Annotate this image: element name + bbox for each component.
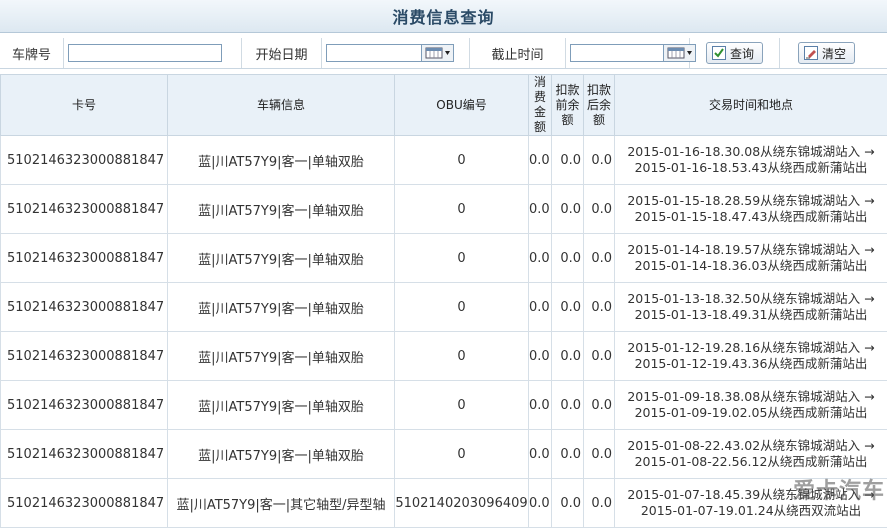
start-date-input[interactable] (326, 44, 422, 62)
cell-obu: 0 (395, 185, 529, 234)
watermark: 爱卡汽车 (793, 473, 885, 505)
plate-input[interactable] (68, 44, 222, 62)
table-row: 5102146323000881847蓝|川AT57Y9|客一|单轴双胎00.0… (1, 234, 887, 283)
table-row: 5102146323000881847蓝|川AT57Y9|客一|单轴双胎00.0… (1, 332, 887, 381)
cell-amount: 0.0 (529, 283, 552, 332)
cell-card: 5102146323000881847 (1, 185, 168, 234)
cell-obu: 0 (395, 234, 529, 283)
table-row: 5102146323000881847蓝|川AT57Y9|客一|单轴双胎00.0… (1, 381, 887, 430)
cell-after: 0.0 (584, 381, 615, 430)
query-button-label: 查询 (730, 45, 754, 62)
cell-card: 5102146323000881847 (1, 283, 168, 332)
cell-after: 0.0 (584, 136, 615, 185)
col-header-after: 扣款后余额 (584, 75, 615, 136)
start-date-picker (326, 44, 454, 62)
cell-after: 0.0 (584, 332, 615, 381)
cell-before: 0.0 (552, 332, 584, 381)
cell-obu: 0 (395, 332, 529, 381)
cell-after: 0.0 (584, 430, 615, 479)
query-cell: 查询 (690, 38, 780, 68)
table-row: 5102146323000881847蓝|川AT57Y9|客一|单轴双胎00.0… (1, 136, 887, 185)
end-date-cell (566, 38, 690, 68)
check-icon (711, 45, 727, 61)
col-header-card: 卡号 (1, 75, 168, 136)
plate-field-cell (64, 38, 242, 68)
query-button[interactable]: 查询 (706, 42, 763, 64)
cell-vehicle: 蓝|川AT57Y9|客一|单轴双胎 (168, 234, 395, 283)
col-header-before: 扣款前余额 (552, 75, 584, 136)
cell-vehicle: 蓝|川AT57Y9|客一|其它轴型/异型轴 (168, 479, 395, 528)
cell-trans: 2015-01-12-19.28.16从绕东锦城湖站入 → 2015-01-12… (615, 332, 887, 381)
cell-trans: 2015-01-09-18.38.08从绕东锦城湖站入 → 2015-01-09… (615, 381, 887, 430)
cell-before: 0.0 (552, 283, 584, 332)
cell-before: 0.0 (552, 479, 584, 528)
table-header-row: 卡号 车辆信息 OBU编号 消费金额 扣款前余额 扣款后余额 交易时间和地点 (1, 75, 887, 136)
page-title: 消费信息查询 (392, 4, 494, 28)
cell-trans: 2015-01-13-18.32.50从绕东锦城湖站入 → 2015-01-13… (615, 283, 887, 332)
cell-obu: 0 (395, 136, 529, 185)
cell-amount: 0.0 (529, 479, 552, 528)
cell-vehicle: 蓝|川AT57Y9|客一|单轴双胎 (168, 381, 395, 430)
start-date-cell (322, 38, 470, 68)
cell-amount: 0.0 (529, 332, 552, 381)
cell-after: 0.0 (584, 234, 615, 283)
cell-after: 0.0 (584, 185, 615, 234)
table-body: 5102146323000881847蓝|川AT57Y9|客一|单轴双胎00.0… (1, 136, 887, 528)
clear-button[interactable]: 清空 (798, 42, 855, 64)
table-row: 5102146323000881847蓝|川AT57Y9|客一|单轴双胎00.0… (1, 185, 887, 234)
cell-amount: 0.0 (529, 430, 552, 479)
cell-vehicle: 蓝|川AT57Y9|客一|单轴双胎 (168, 136, 395, 185)
table-row: 5102146323000881847蓝|川AT57Y9|客一|单轴双胎00.0… (1, 283, 887, 332)
start-calendar-button[interactable] (422, 44, 454, 62)
col-header-trans: 交易时间和地点 (615, 75, 887, 136)
cell-obu: 5102140203096409 (395, 479, 529, 528)
end-date-label: 截止时间 (470, 38, 566, 68)
clear-icon (803, 45, 819, 61)
cell-vehicle: 蓝|川AT57Y9|客一|单轴双胎 (168, 185, 395, 234)
cell-card: 5102146323000881847 (1, 430, 168, 479)
cell-card: 5102146323000881847 (1, 234, 168, 283)
cell-obu: 0 (395, 381, 529, 430)
clear-cell: 清空 (780, 38, 887, 68)
cell-before: 0.0 (552, 185, 584, 234)
cell-before: 0.0 (552, 136, 584, 185)
cell-amount: 0.0 (529, 136, 552, 185)
cell-amount: 0.0 (529, 381, 552, 430)
calendar-icon (425, 47, 451, 59)
col-header-vehicle: 车辆信息 (168, 75, 395, 136)
cell-after: 0.0 (584, 283, 615, 332)
calendar-icon (667, 47, 693, 59)
plate-label: 车牌号 (0, 38, 64, 68)
cell-card: 5102146323000881847 (1, 332, 168, 381)
records-table: 卡号 车辆信息 OBU编号 消费金额 扣款前余额 扣款后余额 交易时间和地点 5… (0, 74, 887, 528)
cell-before: 0.0 (552, 430, 584, 479)
cell-trans: 2015-01-16-18.30.08从绕东锦城湖站入 → 2015-01-16… (615, 136, 887, 185)
cell-card: 5102146323000881847 (1, 136, 168, 185)
cell-amount: 0.0 (529, 185, 552, 234)
end-date-picker (570, 44, 696, 62)
cell-trans: 2015-01-14-18.19.57从绕东锦城湖站入 → 2015-01-14… (615, 234, 887, 283)
filter-bar: 车牌号 开始日期 截止时间 (0, 38, 887, 69)
cell-before: 0.0 (552, 234, 584, 283)
cell-amount: 0.0 (529, 234, 552, 283)
cell-obu: 0 (395, 283, 529, 332)
start-date-label: 开始日期 (242, 38, 322, 68)
cell-card: 5102146323000881847 (1, 381, 168, 430)
table-row: 5102146323000881847蓝|川AT57Y9|客一|单轴双胎00.0… (1, 430, 887, 479)
col-header-amount: 消费金额 (529, 75, 552, 136)
clear-button-label: 清空 (822, 45, 846, 62)
title-bar: 消费信息查询 (0, 0, 887, 33)
cell-vehicle: 蓝|川AT57Y9|客一|单轴双胎 (168, 283, 395, 332)
cell-vehicle: 蓝|川AT57Y9|客一|单轴双胎 (168, 332, 395, 381)
table-row: 5102146323000881847蓝|川AT57Y9|客一|其它轴型/异型轴… (1, 479, 887, 528)
cell-before: 0.0 (552, 381, 584, 430)
cell-vehicle: 蓝|川AT57Y9|客一|单轴双胎 (168, 430, 395, 479)
cell-card: 5102146323000881847 (1, 479, 168, 528)
cell-trans: 2015-01-15-18.28.59从绕东锦城湖站入 → 2015-01-15… (615, 185, 887, 234)
cell-trans: 2015-01-08-22.43.02从绕东锦城湖站入 → 2015-01-08… (615, 430, 887, 479)
cell-after: 0.0 (584, 479, 615, 528)
end-date-input[interactable] (570, 44, 664, 62)
cell-obu: 0 (395, 430, 529, 479)
col-header-obu: OBU编号 (395, 75, 529, 136)
